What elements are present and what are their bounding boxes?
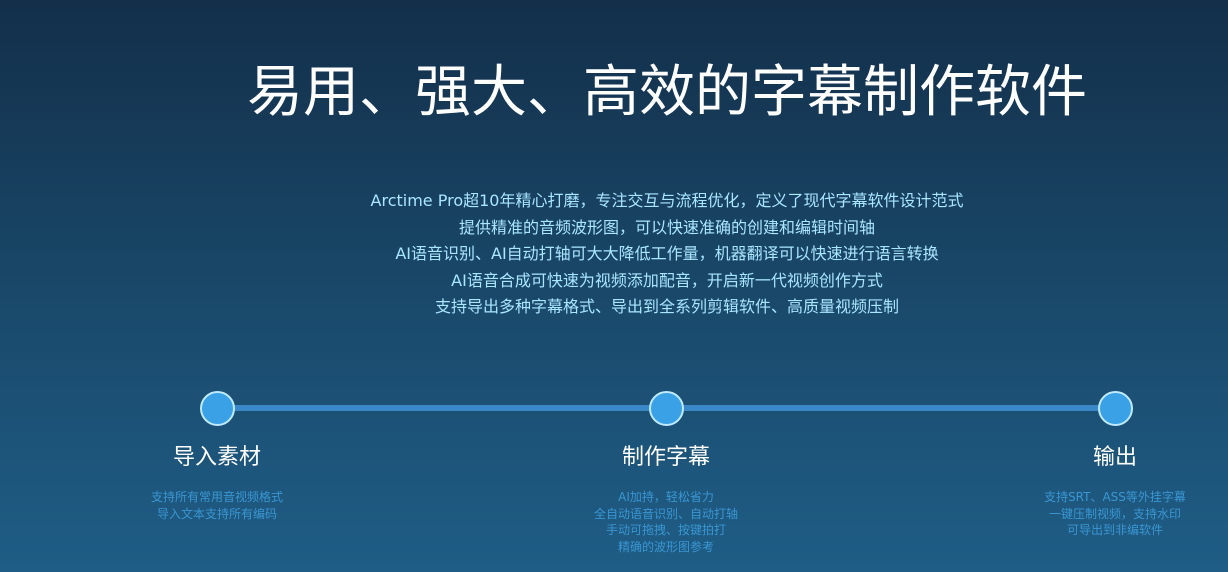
hero-title: 易用、强大、高效的字幕制作软件 [247,60,1087,125]
step-subtitle: 导入文本支持所有编码 [156,506,277,521]
desc-line: AI语音识别、AI自动打轴可大大降低工作量，机器翻译可以快速进行语言转换 [395,244,939,263]
timeline-node-create [649,391,684,426]
step-subtitle: 一键压制视频，支持水印 [1048,506,1181,521]
timeline-node-output [1098,391,1133,426]
step-subtitle: 全自动语音识别、自动打轴 [593,506,738,521]
desc-line: Arctime Pro超10年精心打磨，专注交互与流程优化，定义了现代字幕软件设… [370,191,964,210]
step-subtitle: 精确的波形图参考 [617,539,714,554]
step-subtitle: 支持SRT、ASS等外挂字幕 [1044,490,1186,504]
step-title: 输出 [1092,445,1137,470]
desc-line: 提供精准的音频波形图，可以快速准确的创建和编辑时间轴 [458,217,875,237]
hero-description: Arctime Pro超10年精心打磨，专注交互与流程优化，定义了现代字幕软件设… [0,188,1228,321]
step-create: 制作字幕 AI加持，轻松省力 全自动语音识别、自动打轴 手动可拖拽、按键拍打 精… [526,443,806,555]
step-title: 制作字幕 [621,445,710,470]
timeline-node-import [200,391,235,426]
step-output: 输出 支持SRT、ASS等外挂字幕 一键压制视频，支持水印 可导出到非编软件 [975,443,1228,539]
desc-line: AI语音合成可快速为视频添加配音，开启新一代视频创作方式 [451,270,883,290]
desc-line: 支持导出多种字幕格式、导出到全系列剪辑软件、高质量视频压制 [434,297,899,316]
step-title: 导入素材 [172,445,261,470]
step-subtitle: 支持所有常用音视频格式 [150,490,283,504]
step-import: 导入素材 支持所有常用音视频格式 导入文本支持所有编码 [77,443,357,522]
step-subtitle: AI加持，轻松省力 [618,490,714,504]
step-subtitle: 可导出到非编软件 [1066,523,1163,537]
step-subtitle: 手动可拖拽、按键拍打 [605,523,726,537]
